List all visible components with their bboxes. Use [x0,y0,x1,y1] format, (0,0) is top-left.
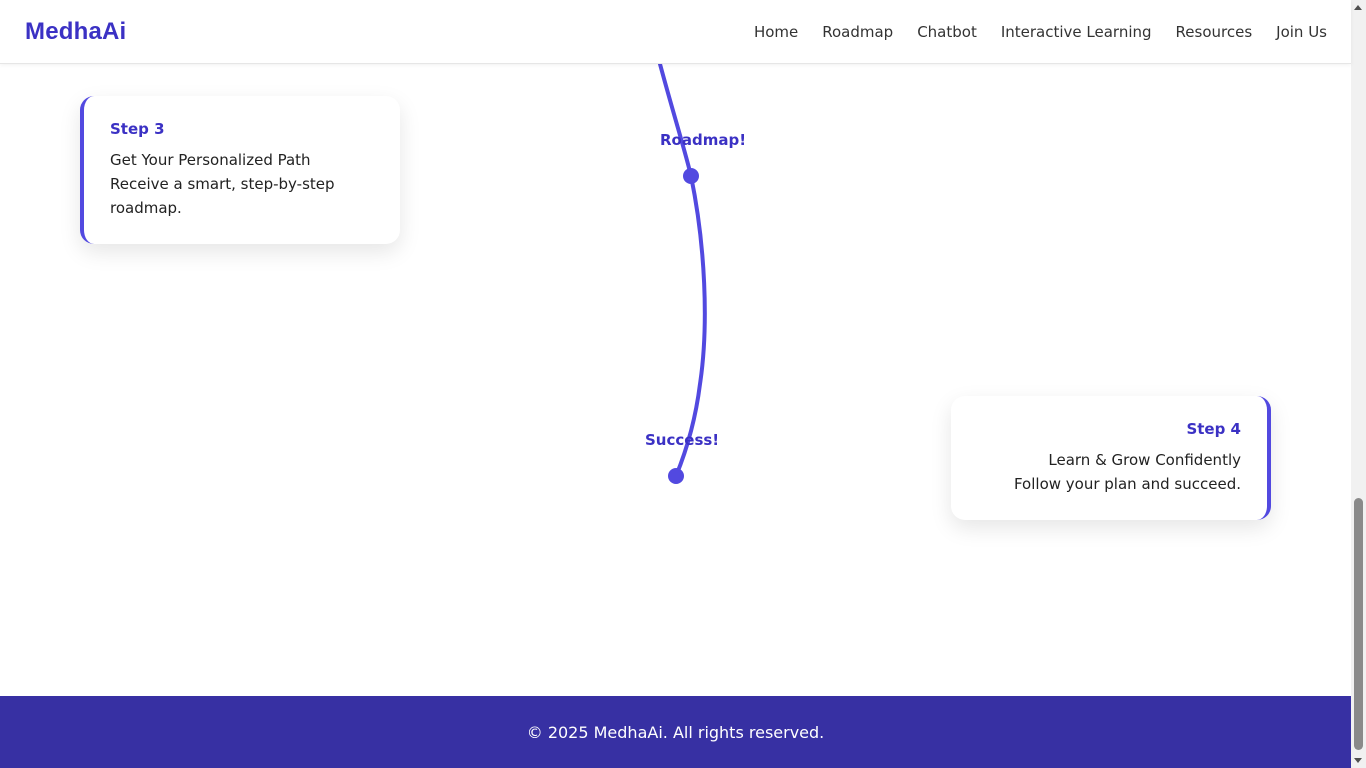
scrollbar[interactable] [1351,0,1366,768]
roadmap-curve [658,64,707,478]
card-description: Follow your plan and succeed. [1013,475,1241,493]
nav-link-resources[interactable]: Resources [1176,23,1253,41]
card-step-label: Step 4 [1186,420,1241,438]
nav-link-home[interactable]: Home [754,23,798,41]
nav-link-join-us[interactable]: Join Us [1276,23,1327,41]
nav-link-chatbot[interactable]: Chatbot [917,23,977,41]
card-title: Learn & Grow Confidently [1048,451,1241,469]
roadmap-section: Roadmap! Success! Step 3 Get Your Person… [0,64,1351,696]
nav-link-roadmap[interactable]: Roadmap [822,23,893,41]
scroll-up-arrow-icon[interactable] [1354,5,1362,10]
logo[interactable]: MedhaAi [25,18,126,46]
milestone-label-success: Success! [645,431,720,449]
scroll-thumb[interactable] [1354,498,1363,750]
step-card-3: Step 3 Get Your Personalized Path Receiv… [80,96,400,244]
card-title: Get Your Personalized Path [110,151,311,169]
nav-links: Home Roadmap Chatbot Interactive Learnin… [754,23,1327,41]
step-card-4: Step 4 Learn & Grow Confidently Follow y… [951,396,1271,520]
nav-link-interactive-learning[interactable]: Interactive Learning [1001,23,1152,41]
footer: © 2025 MedhaAi. All rights reserved. [0,696,1351,768]
card-step-label: Step 3 [110,120,165,138]
milestone-label-roadmap: Roadmap! [660,131,747,149]
scroll-down-arrow-icon[interactable] [1354,758,1362,763]
footer-copyright: © 2025 MedhaAi. All rights reserved. [526,722,825,742]
navbar: MedhaAi Home Roadmap Chatbot Interactive… [0,0,1351,64]
card-description: Receive a smart, step-by-step roadmap. [110,175,335,217]
milestone-dot-roadmap [683,168,699,184]
milestone-dot-success [668,468,684,484]
